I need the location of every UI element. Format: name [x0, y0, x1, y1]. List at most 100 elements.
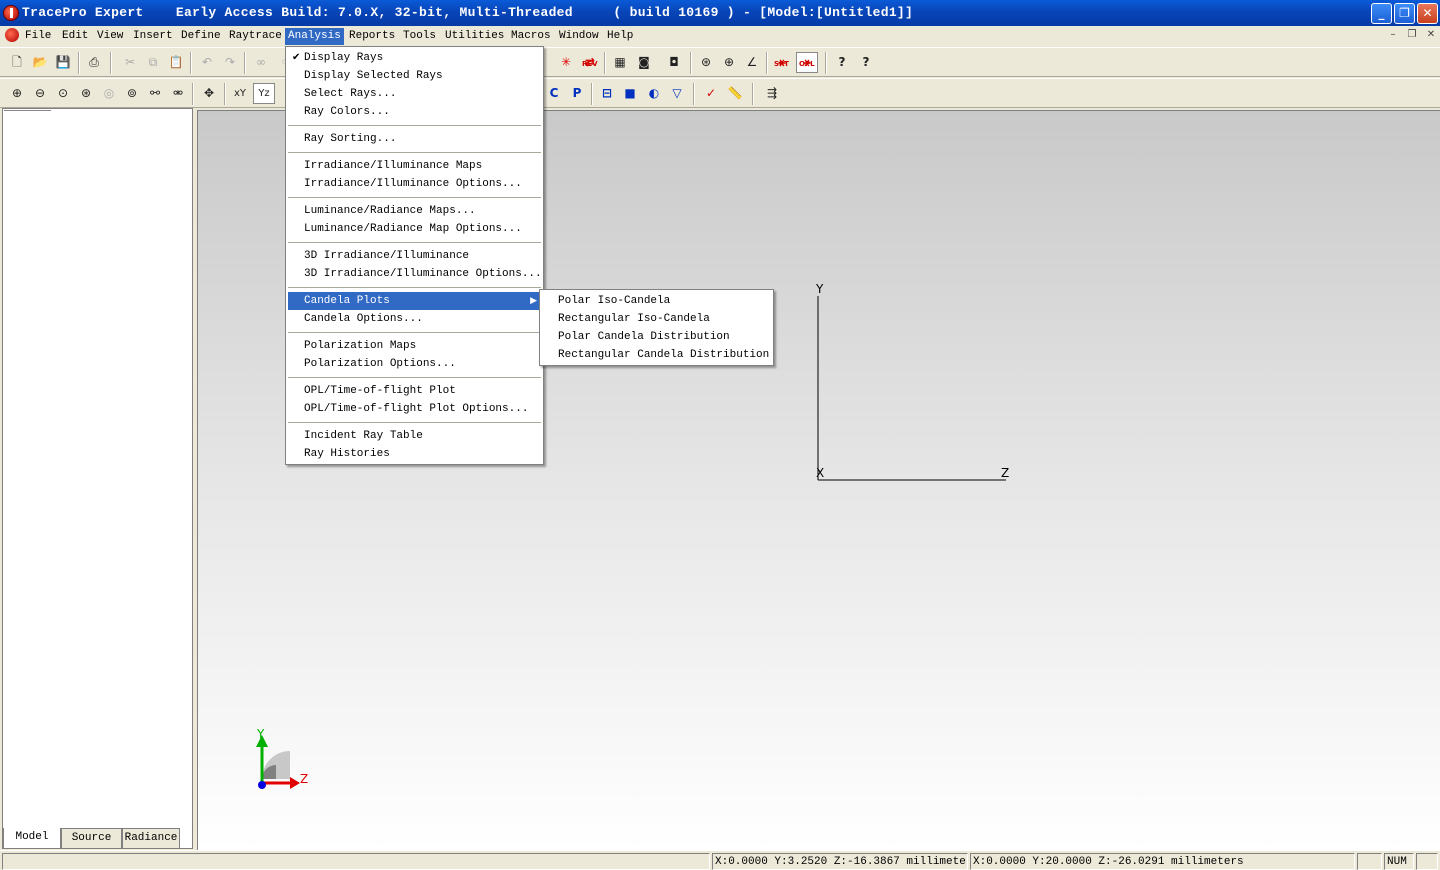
menu-reports[interactable]: Reports	[346, 28, 398, 45]
window-title: TracePro Expert Early Access Build: 7.0.…	[22, 5, 914, 20]
submenu-item-polar-candela-distribution[interactable]: Polar Candela Distribution	[542, 328, 771, 346]
menu-item-display-selected-rays[interactable]: Display Selected Rays	[288, 67, 541, 85]
mdi-minimize-button[interactable]: –	[1385, 28, 1401, 42]
mdi-restore-button[interactable]: ❐	[1404, 28, 1420, 42]
fit-view-icon[interactable]: ⚯	[144, 83, 166, 104]
menu-item-luminance-radiance-map-options[interactable]: Luminance/Radiance Map Options...	[288, 220, 541, 238]
menu-file[interactable]: File	[22, 28, 54, 45]
rev-icon[interactable]: ⇄ REV	[579, 52, 601, 73]
menu-window[interactable]: Window	[556, 28, 602, 45]
menu-raytrace[interactable]: Raytrace	[226, 28, 285, 45]
solid-cube-icon[interactable]: ■	[619, 83, 641, 104]
boolean-icon[interactable]: ∞	[250, 52, 272, 73]
trace-surface-icon[interactable]: ⇶	[761, 83, 783, 104]
menu-item-display-rays[interactable]: ✔ Display Rays	[288, 49, 541, 67]
table-icon[interactable]: ▦	[609, 52, 631, 73]
globe-icon[interactable]: ⊕	[718, 52, 740, 73]
shaded-icon[interactable]: ▽	[666, 83, 688, 104]
menu-macros[interactable]: Macros	[508, 28, 554, 45]
menu-analysis[interactable]: Analysis	[285, 28, 344, 45]
title-bar: TracePro Expert Early Access Build: 7.0.…	[0, 0, 1440, 26]
menu-item-ray-histories[interactable]: Ray Histories	[288, 445, 541, 463]
redo-icon[interactable]: ↷	[219, 52, 241, 73]
menu-item-polarization-maps[interactable]: Polarization Maps	[288, 337, 541, 355]
menu-define[interactable]: Define	[178, 28, 224, 45]
camera-icon[interactable]: ◙	[633, 52, 655, 73]
zoom-all-icon[interactable]: ⊛	[75, 83, 97, 104]
opl-icon[interactable]: ⚹ OPL	[796, 52, 818, 73]
toolbar-separator	[690, 52, 692, 74]
source-icon[interactable]: ⊛	[695, 52, 717, 73]
model-tree-panel[interactable]	[2, 108, 193, 849]
submenu-item-rectangular-iso-candela[interactable]: Rectangular Iso-Candela	[542, 310, 771, 328]
submenu-item-rectangular-candela-distribution[interactable]: Rectangular Candela Distribution	[542, 346, 771, 364]
menu-tools[interactable]: Tools	[400, 28, 439, 45]
zoom-in-icon[interactable]: ⊕	[6, 83, 28, 104]
copy-icon[interactable]: ⧉	[142, 52, 164, 73]
tab-source[interactable]: Source	[61, 828, 122, 849]
axis-x-label: X	[816, 466, 825, 480]
view-yz-icon[interactable]: Yz	[253, 83, 275, 104]
tree-root[interactable]	[4, 110, 51, 111]
zoom-selection-icon[interactable]: ⊚	[121, 83, 143, 104]
tab-radiance[interactable]: Radiance	[122, 828, 180, 849]
help-icon[interactable]: ?	[831, 52, 853, 73]
menu-item-3d-irradiance-illuminance[interactable]: 3D Irradiance/Illuminance	[288, 247, 541, 265]
menu-item-3d-irradiance-illuminance-options[interactable]: 3D Irradiance/Illuminance Options...	[288, 265, 542, 283]
menu-utilities[interactable]: Utilities	[442, 28, 507, 45]
menu-item-polarization-options[interactable]: Polarization Options...	[288, 355, 541, 373]
document-icon[interactable]	[5, 28, 19, 42]
cut-icon[interactable]: ✂	[119, 52, 141, 73]
fit-selection-icon[interactable]: ⚮	[167, 83, 189, 104]
save-icon[interactable]: 💾	[52, 52, 74, 73]
target-icon[interactable]: ◘	[663, 52, 685, 73]
silhouette-icon[interactable]: ⊟	[596, 83, 618, 104]
close-button[interactable]: ✕	[1417, 3, 1438, 24]
menu-item-label: Select Rays...	[304, 88, 397, 100]
open-folder-icon[interactable]: 📂	[29, 52, 51, 73]
menu-view[interactable]: View	[94, 28, 126, 45]
maximize-button[interactable]: ❐	[1394, 3, 1415, 24]
menu-item-irradiance-illuminance-options[interactable]: Irradiance/Illuminance Options...	[288, 175, 541, 193]
paste-icon[interactable]: 📋	[165, 52, 187, 73]
menu-edit[interactable]: Edit	[59, 28, 91, 45]
menu-item-irradiance-illuminance-maps[interactable]: Irradiance/Illuminance Maps	[288, 157, 541, 175]
tracepro-app-icon[interactable]	[3, 5, 19, 21]
menu-separator	[288, 332, 541, 334]
ruler-icon[interactable]: 📏	[724, 83, 746, 104]
mdi-close-button[interactable]: ✕	[1423, 28, 1439, 42]
raytrace-icon[interactable]: ✳	[555, 52, 577, 73]
menu-item-opl-time-of-flight-plot[interactable]: OPL/Time-of-flight Plot	[288, 382, 541, 400]
submenu-item-polar-iso-candela[interactable]: Polar Iso-Candela	[542, 292, 771, 310]
undo-icon[interactable]: ↶	[196, 52, 218, 73]
menu-item-candela-plots[interactable]: Candela Plots ▶	[288, 292, 541, 310]
print-icon[interactable]: ⎙	[83, 52, 105, 73]
view-p-icon[interactable]: P	[566, 83, 588, 104]
menu-item-incident-ray-table[interactable]: Incident Ray Table	[288, 427, 541, 445]
tab-model[interactable]: Model	[3, 828, 61, 849]
plot-icon[interactable]: ∠	[741, 52, 763, 73]
check-icon[interactable]: ✓	[700, 83, 722, 104]
menu-help[interactable]: Help	[604, 28, 636, 45]
rotate-icon[interactable]: ◐	[643, 83, 665, 104]
view-toolbar: ⊕ ⊖ ⊙ ⊛ ◎ ⊚ ⚯ ⚮ ✥ xY Yz C P ⊟ ■ ◐ ▽ ✓ 📏 …	[0, 78, 1440, 108]
pan-icon[interactable]: ✥	[198, 83, 220, 104]
zoom-window-icon[interactable]: ⊙	[52, 83, 74, 104]
minimize-button[interactable]: _	[1371, 3, 1392, 24]
zoom-out-icon[interactable]: ⊖	[29, 83, 51, 104]
menu-separator	[288, 197, 541, 199]
menu-item-ray-sorting[interactable]: Ray Sorting...	[288, 130, 541, 148]
menu-item-label: Display Selected Rays	[304, 70, 443, 82]
new-file-icon[interactable]: 🗋	[6, 52, 28, 73]
context-help-icon[interactable]: ?	[855, 52, 877, 73]
view-c-icon[interactable]: C	[543, 83, 565, 104]
menu-item-ray-colors[interactable]: Ray Colors...	[288, 103, 541, 121]
menu-item-luminance-radiance-maps[interactable]: Luminance/Radiance Maps...	[288, 202, 541, 220]
menu-item-candela-options[interactable]: Candela Options...	[288, 310, 541, 328]
menu-insert[interactable]: Insert	[130, 28, 176, 45]
view-xy-icon[interactable]: xY	[229, 83, 251, 104]
menu-item-opl-time-of-flight-plot-options[interactable]: OPL/Time-of-flight Plot Options...	[288, 400, 541, 418]
menu-item-select-rays[interactable]: Select Rays...	[288, 85, 541, 103]
srt-icon[interactable]: ⚹ SRT	[771, 52, 793, 73]
zoom-previous-icon[interactable]: ◎	[98, 83, 120, 104]
